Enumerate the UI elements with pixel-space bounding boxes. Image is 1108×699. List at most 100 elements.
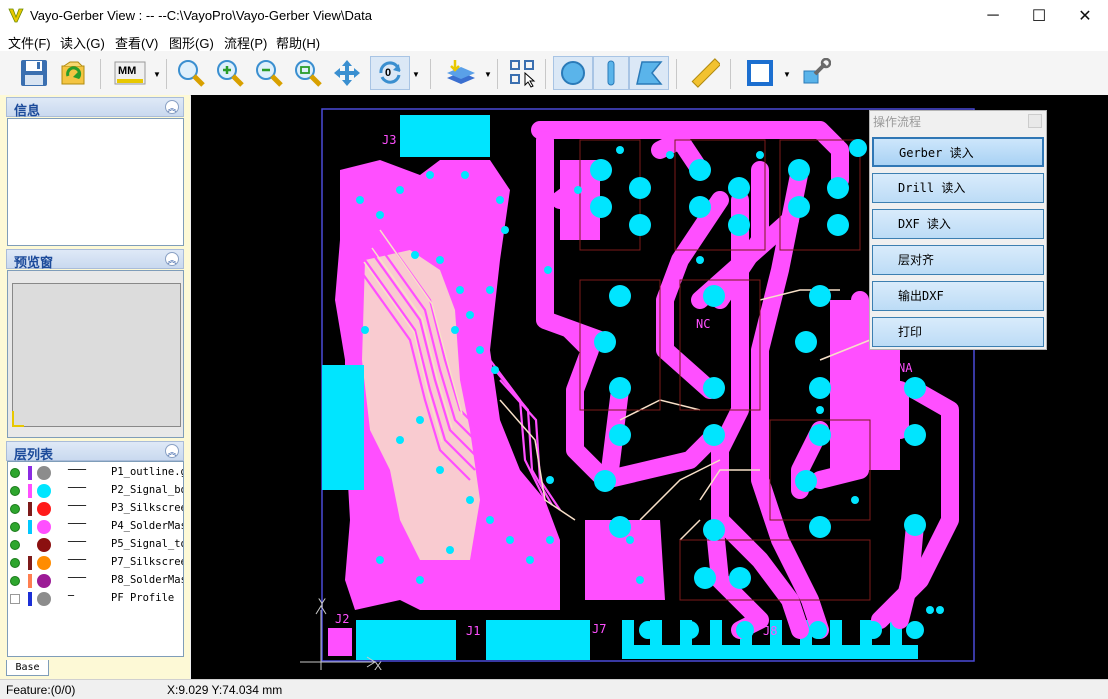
layer-color-bar [28,592,32,606]
save-icon[interactable] [17,56,51,90]
layer-color-swatch[interactable] [37,538,51,552]
window-title: Vayo-Gerber View : -- --C:\VayoPro\Vayo-… [30,8,372,23]
label-j8: J8 [763,624,777,638]
layer-color-bar [28,502,32,516]
minimize-button[interactable]: ─ [970,0,1016,31]
label-j3: J3 [382,133,396,147]
label-j1: J1 [466,624,480,638]
layer-visibility-toggle[interactable] [10,504,20,514]
layer-row[interactable]: ─── P2_Signal_bo [8,482,184,500]
zoom-icon[interactable] [174,56,208,90]
export-dxf-button[interactable]: 输出DXF [872,281,1044,311]
layer-visibility-toggle[interactable] [10,594,20,604]
zoom-out-icon[interactable] [252,56,286,90]
layer-visibility-toggle[interactable] [10,522,20,532]
layers-pane-header[interactable]: 层列表 ︽ [6,441,184,462]
layer-color-bar [28,520,32,534]
layer-align-button[interactable]: 层对齐 [872,245,1044,275]
layer-line-style: ─ [68,591,75,602]
layer-row[interactable]: ─── P4_SolderMasl [8,518,183,536]
toolbar-separator [166,59,167,89]
layer-row[interactable]: ─── P8_SolderMasl [8,572,183,590]
preview-canvas[interactable] [12,283,181,427]
zoom-fit-icon[interactable] [291,56,325,90]
toolbar-separator [497,59,498,89]
layer-name: P8_SolderMasl [111,574,183,586]
rotate-dropdown-icon[interactable]: ▼ [412,70,420,79]
label-na: NA [898,361,913,375]
connector-j1-pad-b [486,620,590,660]
layer-row[interactable]: ─── P1_outline.gl [8,464,183,482]
app-logo-icon [8,8,24,23]
layer-icon[interactable] [444,56,478,90]
pan-icon[interactable] [330,56,364,90]
menu-view[interactable]: 查看(V) [115,33,158,52]
collapse-icon[interactable]: ︽ [165,252,179,266]
layer-color-swatch[interactable] [37,484,51,498]
layer-color-bar [28,538,32,552]
layer-row[interactable]: ─── P3_Silkscreen [8,500,183,518]
line-icon[interactable] [593,56,629,90]
menu-process[interactable]: 流程(P) [224,33,267,52]
close-button[interactable]: ✕ [1062,0,1108,31]
layer-color-swatch[interactable] [37,574,51,588]
layer-visibility-toggle[interactable] [10,558,20,568]
layer-dropdown-icon[interactable]: ▼ [484,70,492,79]
menu-help[interactable]: 帮助(H) [276,33,320,52]
layer-color-bar [28,574,32,588]
layer-line-style: ─── [68,555,87,566]
layer-visibility-toggle[interactable] [10,576,20,586]
layer-line-style: ─── [68,519,87,530]
layer-name: P2_Signal_bo [111,484,184,496]
layer-name: P4_SolderMasl [111,520,183,532]
layer-color-swatch[interactable] [37,502,51,516]
units-dropdown-icon[interactable]: ▼ [153,70,161,79]
frame-icon[interactable] [743,56,777,90]
gerber-import-button[interactable]: Gerber 读入 [872,137,1044,167]
layer-visibility-toggle[interactable] [10,540,20,550]
maximize-button[interactable]: ☐ [1016,0,1062,31]
layer-color-swatch[interactable] [37,592,51,606]
preview-pane-title: 预览窗 [14,255,54,270]
drill-import-button[interactable]: Drill 读入 [872,173,1044,203]
edge-pad-left [322,365,364,490]
dxf-import-button[interactable]: DXF 读入 [872,209,1044,239]
menu-graphics[interactable]: 图形(G) [169,33,214,52]
frame-dropdown-icon[interactable]: ▼ [783,70,791,79]
units-icon[interactable]: MM [113,56,147,90]
layer-visibility-toggle[interactable] [10,486,20,496]
circle-icon[interactable] [553,56,593,90]
rotate-icon[interactable]: 0 [370,56,410,90]
ruler-icon[interactable] [688,56,722,90]
polygon-icon[interactable] [629,56,669,90]
collapse-icon[interactable]: ︽ [165,100,179,114]
layer-row[interactable]: ─── P7_Silkscreen [8,554,183,572]
label-j2: J2 [335,612,349,626]
menu-import[interactable]: 读入(G) [60,33,105,52]
close-icon[interactable] [1028,114,1042,128]
print-button[interactable]: 打印 [872,317,1044,347]
preview-pane-header[interactable]: 预览窗 ︽ [6,249,184,270]
layer-line-style: ─── [68,483,87,494]
layer-name: P5_Signal_to [111,538,184,550]
layer-visibility-toggle[interactable] [10,468,20,478]
menu-file[interactable]: 文件(F) [8,33,51,52]
collapse-icon[interactable]: ︽ [165,444,179,458]
label-nc: NC [696,317,710,331]
layer-row[interactable]: ─ PF Profile [8,590,183,608]
reload-icon[interactable] [56,56,90,90]
layer-row[interactable]: ─── P5_Signal_to [8,536,184,554]
zoom-in-icon[interactable] [213,56,247,90]
tools-icon[interactable] [799,56,833,90]
layer-color-swatch[interactable] [37,520,51,534]
layer-name: PF Profile [111,592,175,604]
info-pane-title: 信息 [14,103,41,118]
toolbar-separator [730,59,731,89]
info-pane-header[interactable]: 信息 ︽ [6,97,184,118]
layer-color-swatch[interactable] [37,556,51,570]
tab-base[interactable]: Base [6,660,49,676]
label-j7: J7 [592,622,606,636]
layer-color-bar [28,484,32,498]
layer-color-swatch[interactable] [37,466,51,480]
select-icon[interactable] [506,56,540,90]
